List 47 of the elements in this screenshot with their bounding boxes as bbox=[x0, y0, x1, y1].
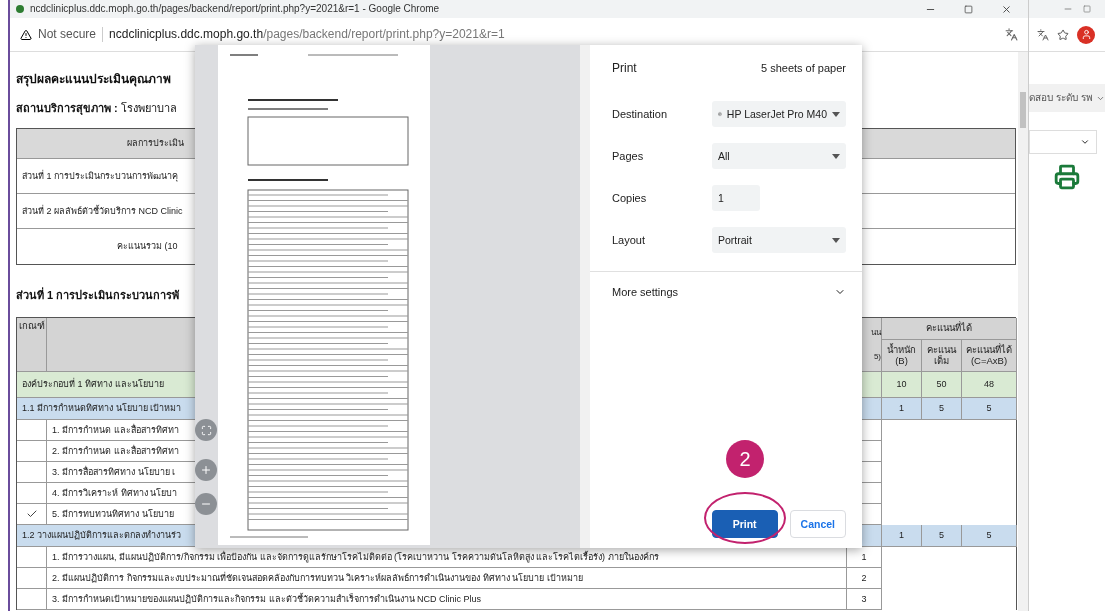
facility-line: สถานบริการสุขภาพ : โรงพยาบาล bbox=[16, 102, 177, 117]
plus-icon bbox=[200, 464, 212, 476]
zoom-in-button[interactable] bbox=[195, 459, 217, 481]
cancel-button[interactable]: Cancel bbox=[789, 510, 846, 538]
warning-icon bbox=[20, 28, 32, 41]
table-cell: 3. มีการกำหนดเป้าหมายของแผนปฏิบัติการและกิจกรรม และตัวชี้วัดความสำเร็จการดำเนินงาน NCD Clinic Plus bbox=[47, 589, 847, 610]
maximize-icon[interactable] bbox=[1083, 5, 1091, 13]
select-field[interactable] bbox=[1029, 130, 1097, 154]
setting-label: Layout bbox=[612, 233, 647, 247]
table-cell: ส่วนที่ 2 ผลลัพธ์ตัวชี้วัดบริการ NCD Clinic bbox=[22, 205, 183, 217]
caret-icon bbox=[832, 237, 840, 243]
sheet-count: 5 sheets of paper bbox=[761, 61, 846, 75]
table-cell: 3 bbox=[847, 589, 882, 610]
more-settings-toggle[interactable]: More settings bbox=[612, 272, 846, 313]
select-field[interactable]: All bbox=[712, 143, 846, 170]
report-heading: สรุปผลคะแนนประเมินคุณภาพ bbox=[16, 70, 171, 88]
scrollbar[interactable] bbox=[1018, 52, 1029, 611]
menu-item[interactable]: ดสอบ ระดับ รพ bbox=[1029, 84, 1105, 112]
fit-button[interactable] bbox=[195, 419, 217, 441]
chevron-down-icon bbox=[1080, 137, 1090, 147]
table-cell: คะแนนรวม (10 bbox=[117, 241, 178, 252]
caret-icon bbox=[832, 153, 840, 159]
caret-icon bbox=[832, 111, 840, 117]
star-icon[interactable] bbox=[1057, 28, 1070, 41]
table-header: คะแนนที่ได้ bbox=[882, 318, 1017, 340]
fit-icon bbox=[200, 424, 212, 436]
address-field[interactable]: ncdclinicplus.ddc.moph.go.th/pages/backend/report/print.php?y=2021&r=1 bbox=[109, 27, 1000, 42]
section-heading: ส่วนที่ 1 การประเมินกระบวนการพั bbox=[16, 289, 180, 303]
scrollbar[interactable] bbox=[580, 45, 590, 548]
print-button[interactable]: Print bbox=[711, 510, 778, 538]
window-title: ncdclinicplus.ddc.moph.go.th/pages/backend/report/print.php?y=2021&r=1 - Google Chrome bbox=[30, 3, 441, 15]
avatar-icon[interactable] bbox=[1077, 25, 1096, 44]
dialog-title: Print bbox=[612, 61, 637, 76]
translate-icon[interactable] bbox=[1005, 28, 1019, 41]
zoom-out-button[interactable] bbox=[195, 493, 217, 515]
destination-select[interactable]: HP LaserJet Pro M40 bbox=[712, 101, 846, 128]
favicon-icon bbox=[16, 5, 24, 13]
select-field[interactable]: Portrait bbox=[712, 227, 846, 254]
security-label: Not secure bbox=[38, 27, 104, 42]
setting-label: Copies bbox=[612, 191, 648, 205]
table-header: ผลการประเมิน bbox=[127, 138, 184, 149]
table-cell: ส่วนที่ 1 การประเมินกระบวนการพัฒนาคุ bbox=[22, 170, 178, 182]
setting-label: Pages bbox=[612, 149, 645, 163]
copies-field[interactable]: 1 bbox=[712, 185, 760, 212]
translate-icon[interactable] bbox=[1037, 28, 1050, 41]
check-icon bbox=[25, 508, 38, 520]
setting-label: Destination bbox=[612, 107, 669, 121]
